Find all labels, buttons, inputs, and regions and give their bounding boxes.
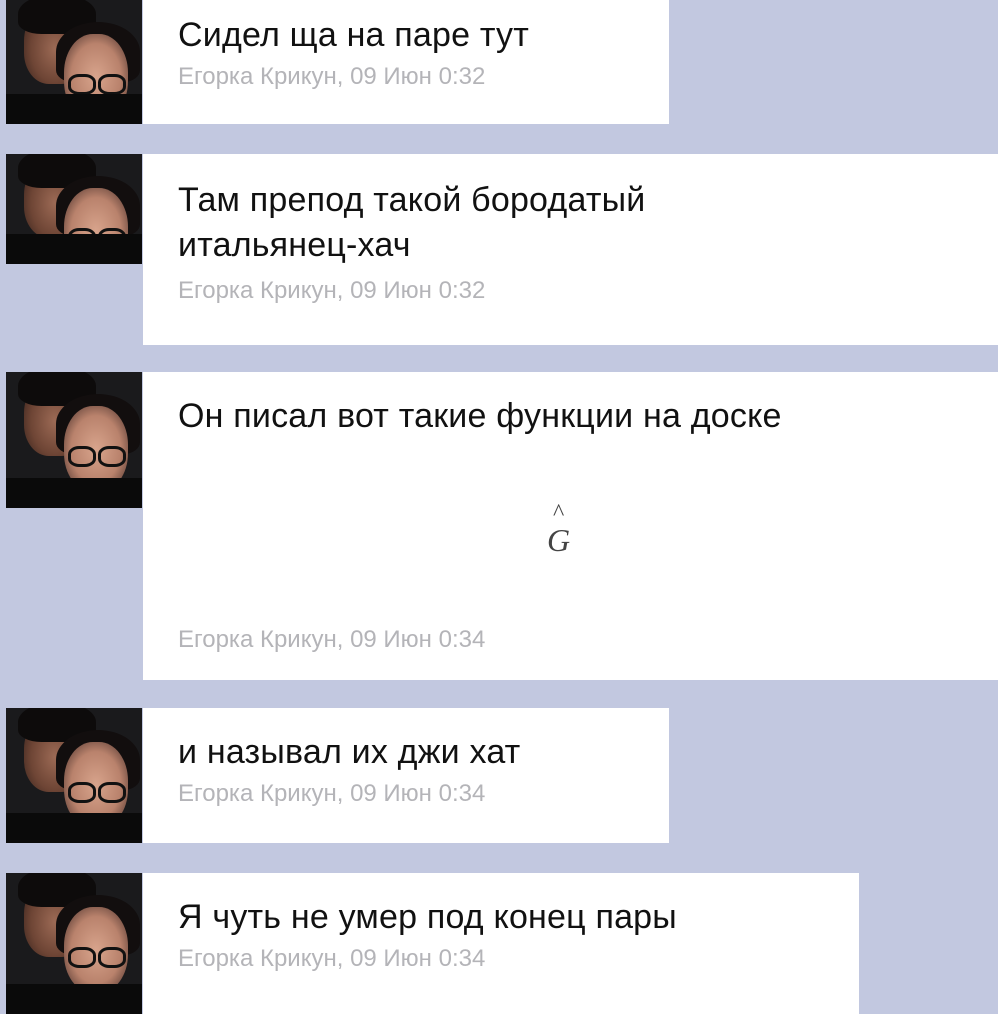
message-text: Я чуть не умер под конец пары	[178, 898, 677, 936]
message-text: Там препод такой бородатый итальянец-хач	[178, 181, 646, 264]
message-meta: Егорка Крикун, 09 Июн 0:34	[178, 780, 486, 807]
formula-accent: ^	[553, 500, 565, 526]
message-text: Сидел ща на паре тут	[178, 16, 530, 54]
formula-image: ^ G	[547, 500, 571, 559]
avatar[interactable]	[6, 372, 142, 508]
message-bubble: Он писал вот такие функции на доске ^ G …	[143, 372, 998, 680]
message-meta: Егорка Крикун, 09 Июн 0:32	[178, 63, 486, 90]
formula-symbol: G	[547, 522, 571, 558]
message-meta: Егорка Крикун, 09 Июн 0:34	[178, 945, 486, 972]
message-bubble: и называл их джи хат Егорка Крикун, 09 И…	[143, 708, 669, 843]
avatar[interactable]	[6, 873, 142, 1014]
message-bubble: Там препод такой бородатый итальянец-хач…	[143, 154, 998, 345]
message-bubble: Сидел ща на паре тут Егорка Крикун, 09 И…	[143, 0, 669, 124]
avatar[interactable]	[6, 0, 142, 124]
message-meta: Егорка Крикун, 09 Июн 0:34	[178, 626, 486, 653]
message-bubble: Я чуть не умер под конец пары Егорка Кри…	[143, 873, 859, 1014]
message-text: Он писал вот такие функции на доске	[178, 397, 782, 435]
message-meta: Егорка Крикун, 09 Июн 0:32	[178, 277, 486, 304]
message-text: и называл их джи хат	[178, 733, 521, 771]
avatar[interactable]	[6, 708, 142, 843]
avatar[interactable]	[6, 154, 142, 264]
